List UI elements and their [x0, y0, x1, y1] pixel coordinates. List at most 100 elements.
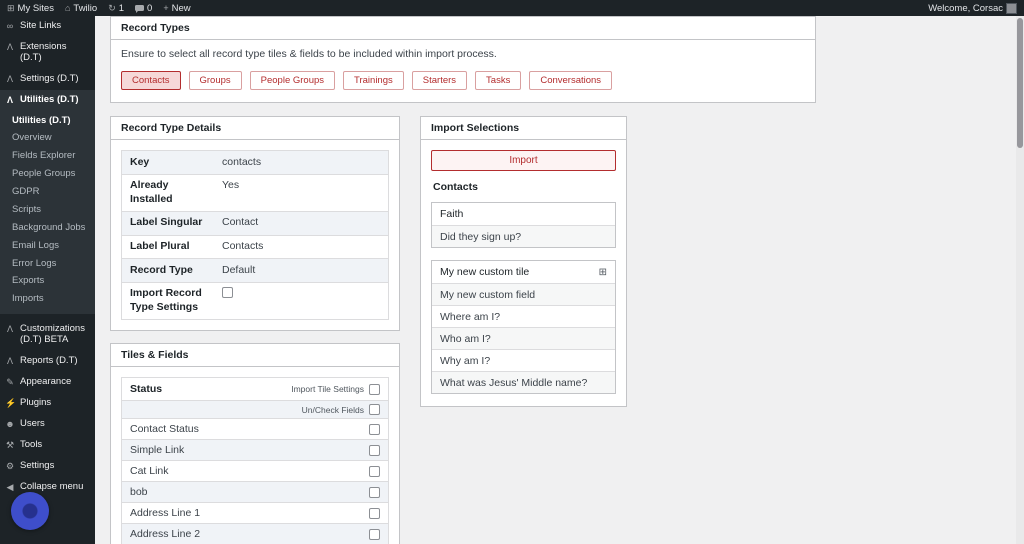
field-checkbox[interactable] [369, 486, 380, 498]
comments-menu[interactable]: 0 [135, 3, 152, 14]
tile-grid-icon[interactable]: ⊞ [599, 267, 607, 278]
details-value: contacts [222, 155, 262, 168]
sidebar-item-appearance[interactable]: ✎ Appearance [0, 372, 95, 393]
submenu-item-people-groups[interactable]: People Groups [0, 165, 95, 183]
submenu-item-email-logs[interactable]: Email Logs [0, 237, 95, 255]
field-checkbox[interactable] [369, 423, 380, 435]
field-checkbox[interactable] [369, 444, 380, 456]
help-beacon-button[interactable] [11, 492, 49, 530]
plus-icon: + [163, 2, 169, 13]
selection-tile-custom: My new custom tile ⊞ My new custom field… [431, 260, 616, 394]
submenu-item-exports[interactable]: Exports [0, 272, 95, 290]
details-row: Key contacts [122, 151, 388, 175]
record-type-button-conversations[interactable]: Conversations [529, 71, 613, 90]
field-row: Contact Status [122, 419, 388, 441]
sidebar-item-label: Customizations (D.T) BETA [20, 323, 85, 346]
admin-bar: ⊞ My Sites ⌂ Twilio ↻ 1 0 + New Welcome,… [0, 0, 1024, 16]
main-content: Record Types Ensure to select all record… [95, 16, 1016, 544]
details-label: Label Plural [130, 240, 190, 253]
record-type-button-groups[interactable]: Groups [188, 71, 242, 90]
selection-field-row: Where am I? [432, 306, 615, 328]
submenu-item-gdpr[interactable]: GDPR [0, 183, 95, 201]
my-sites-label: My Sites [17, 2, 54, 14]
sidebar-item-label: Reports (D.T) [20, 355, 78, 367]
sidebar-item-label: Tools [20, 438, 43, 450]
sidebar-item-label: Settings [20, 459, 55, 471]
field-checkbox[interactable] [369, 507, 380, 519]
sidebar-item-label: Settings (D.T) [20, 72, 79, 84]
record-type-details-table: Key contacts Already Installed Yes Label… [121, 150, 389, 321]
selection-tile-faith: Faith Did they sign up? [431, 202, 616, 248]
submenu-item-fields-explorer[interactable]: Fields Explorer [0, 147, 95, 165]
field-checkbox[interactable] [369, 465, 380, 477]
tile-name: Status [130, 383, 163, 396]
uncheck-fields-checkbox[interactable] [369, 404, 380, 416]
sidebar-item-customizations-dt[interactable]: Λ Customizations (D.T) BETA [0, 319, 95, 351]
record-type-button-starters[interactable]: Starters [411, 71, 468, 90]
record-type-buttons: Contacts Groups People Groups Trainings … [111, 62, 815, 102]
field-label: bob [130, 486, 148, 499]
new-content-menu[interactable]: + New [163, 3, 190, 14]
sidebar-item-label: Plugins [20, 396, 52, 408]
sidebar-item-users[interactable]: ☻ Users [0, 414, 95, 435]
submenu-item-error-logs[interactable]: Error Logs [0, 255, 95, 273]
record-type-button-people-groups[interactable]: People Groups [249, 71, 336, 90]
tile-title-text: My new custom tile [440, 266, 530, 278]
record-types-description: Ensure to select all record type tiles &… [121, 48, 497, 60]
updates-menu[interactable]: ↻ 1 [108, 3, 124, 14]
selection-field-row: What was Jesus' Middle name? [432, 372, 615, 393]
sidebar-item-label: Utilities (D.T) [20, 93, 79, 105]
selection-field-row: My new custom field [432, 284, 615, 306]
users-icon: ☻ [5, 418, 15, 429]
welcome-text: Welcome, Corsac [928, 2, 1003, 14]
selection-tile-title: My new custom tile ⊞ [432, 261, 615, 284]
record-type-button-trainings[interactable]: Trainings [343, 71, 404, 90]
site-name-menu[interactable]: ⌂ Twilio [65, 3, 97, 14]
details-value [214, 283, 388, 319]
import-selections-panel: Import Selections Import Contacts Faith … [420, 116, 627, 407]
submenu-item-imports[interactable]: Imports [0, 290, 95, 308]
field-checkbox[interactable] [369, 528, 380, 540]
import-button[interactable]: Import [431, 150, 616, 171]
record-type-button-contacts[interactable]: Contacts [121, 71, 181, 90]
scrollbar-thumb[interactable] [1017, 18, 1023, 148]
record-types-panel: Record Types Ensure to select all record… [110, 16, 816, 103]
details-row: Already Installed Yes [122, 174, 388, 212]
field-label: Simple Link [130, 444, 185, 457]
import-tile-settings-checkbox[interactable] [369, 383, 380, 395]
sidebar-item-reports-dt[interactable]: Λ Reports (D.T) [0, 351, 95, 372]
import-tile-settings-label: Import Tile Settings [291, 384, 364, 395]
submenu-item-scripts[interactable]: Scripts [0, 201, 95, 219]
tile-title-text: Faith [440, 208, 464, 220]
sidebar-item-site-links[interactable]: ∞ Site Links [0, 16, 95, 37]
collapse-menu-button[interactable]: ◀ Collapse menu [0, 477, 95, 498]
sidebar-item-tools[interactable]: ⚒ Tools [0, 435, 95, 456]
field-row: Address Line 1 [122, 503, 388, 525]
page-scrollbar[interactable] [1016, 16, 1024, 544]
submenu-item-utilities[interactable]: Utilities (D.T) [0, 112, 95, 130]
submenu-item-overview[interactable]: Overview [0, 129, 95, 147]
sidebar-item-settings-dt[interactable]: Λ Settings (D.T) [0, 69, 95, 90]
uncheck-fields-label: Un/Check Fields [301, 404, 364, 415]
links-icon: ∞ [6, 21, 14, 31]
sidebar-item-utilities-dt[interactable]: Λ Utilities (D.T) [0, 89, 95, 111]
sidebar-item-extensions-dt[interactable]: Λ Extensions (D.T) [0, 37, 95, 69]
field-row: Address Line 2 [122, 524, 388, 544]
my-sites-menu[interactable]: ⊞ My Sites [7, 3, 54, 14]
submenu-item-background-jobs[interactable]: Background Jobs [0, 219, 95, 237]
my-sites-icon: ⊞ [7, 2, 15, 13]
sidebar-item-plugins[interactable]: ⚡ Plugins [0, 393, 95, 414]
details-row: Record Type Default [122, 259, 388, 283]
selection-tile-title: Faith [432, 203, 615, 226]
details-label: Key [130, 155, 150, 168]
record-type-button-tasks[interactable]: Tasks [475, 71, 522, 90]
details-value: Contacts [222, 240, 264, 253]
import-record-type-settings-checkbox[interactable] [222, 287, 233, 299]
field-label: Address Line 2 [130, 528, 201, 541]
new-label: New [171, 2, 191, 14]
account-menu[interactable]: Welcome, Corsac [928, 2, 1017, 14]
selection-field-row: Why am I? [432, 350, 615, 372]
sidebar-item-settings[interactable]: ⚙ Settings [0, 456, 95, 477]
selected-record-type-label: Contacts [433, 181, 478, 193]
home-icon: ⌂ [64, 2, 71, 13]
